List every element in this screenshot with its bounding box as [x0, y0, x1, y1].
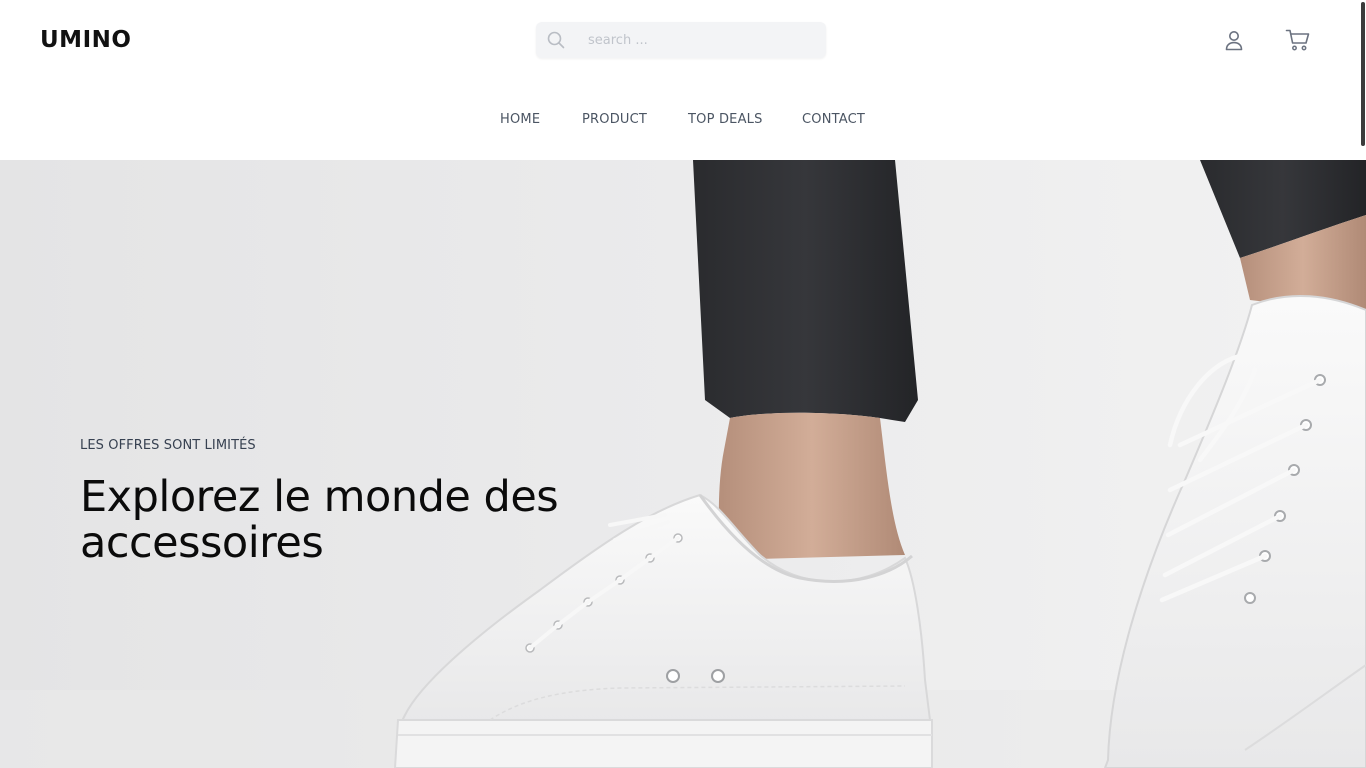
main-nav: HOME PRODUCT TOP DEALS CONTACT [0, 108, 1366, 132]
hero-banner: LES OFFRES SONT LIMITÉS Explorez le mond… [0, 160, 1366, 768]
hero-eyebrow: LES OFFRES SONT LIMITÉS [80, 438, 256, 453]
hero-title: Explorez le monde des accessoires [80, 472, 559, 568]
brand-logo[interactable]: UMINO [40, 24, 131, 56]
nav-item-contact[interactable]: CONTACT [802, 108, 865, 132]
nav-item-top-deals[interactable]: TOP DEALS [688, 108, 763, 132]
cart-icon[interactable] [1285, 28, 1311, 52]
user-icon[interactable] [1222, 28, 1246, 52]
nav-item-product[interactable]: PRODUCT [582, 108, 647, 132]
site-header: UMINO HOME PRODUCT TOP DEALS CONTACT [0, 0, 1366, 160]
search-icon[interactable] [546, 30, 566, 50]
page-scrollbar[interactable] [1360, 0, 1366, 768]
scrollbar-thumb[interactable] [1361, 2, 1365, 146]
search-input[interactable] [586, 28, 816, 52]
search-bar[interactable] [536, 22, 826, 58]
nav-item-home[interactable]: HOME [500, 108, 540, 132]
hero-image [0, 160, 1366, 768]
